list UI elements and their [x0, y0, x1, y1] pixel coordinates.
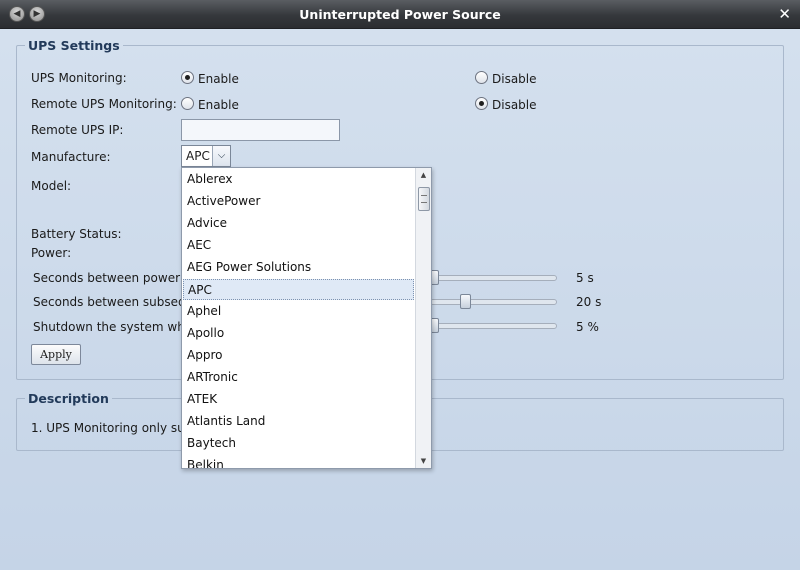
dropdown-option[interactable]: Atlantis Land — [183, 411, 414, 432]
remote-ups-ip-label: Remote UPS IP: — [31, 123, 124, 137]
window-titlebar: ◀ ▶ Uninterrupted Power Source ✕ — [0, 0, 800, 29]
power-failure-delay-label: Seconds between power f — [33, 271, 189, 285]
scrollbar-thumb[interactable] — [418, 187, 430, 211]
ups-monitoring-disable-label[interactable]: Disable — [492, 72, 537, 86]
dropdown-option[interactable]: Belkin — [183, 455, 414, 468]
dropdown-option[interactable]: Baytech — [183, 433, 414, 454]
window-title: Uninterrupted Power Source — [299, 7, 501, 22]
remote-monitoring-disable-label[interactable]: Disable — [492, 98, 537, 112]
apply-button[interactable]: Apply — [31, 344, 81, 365]
ups-monitoring-label: UPS Monitoring: — [31, 71, 127, 85]
remote-ups-monitoring-label: Remote UPS Monitoring: — [31, 97, 177, 111]
dropdown-option-selected[interactable]: APC — [183, 279, 414, 300]
dropdown-option[interactable]: ActivePower — [183, 191, 414, 212]
ups-monitoring-disable-radio[interactable] — [475, 71, 488, 84]
manufacturer-dropdown-list[interactable]: Ablerex ActivePower Advice AEC AEG Power… — [181, 167, 432, 469]
description-legend: Description — [28, 391, 109, 406]
manufacture-select-value: APC — [186, 149, 210, 163]
remote-monitoring-enable-radio[interactable] — [181, 97, 194, 110]
power-label: Power: — [31, 246, 72, 260]
dropdown-option[interactable]: Apollo — [183, 323, 414, 344]
model-label: Model: — [31, 179, 72, 193]
shutdown-threshold-label: Shutdown the system whe — [33, 320, 193, 334]
remote-monitoring-enable-label[interactable]: Enable — [198, 98, 239, 112]
close-icon[interactable]: ✕ — [778, 5, 791, 23]
dropdown-option[interactable]: Appro — [183, 345, 414, 366]
dropdown-option[interactable]: AEC — [183, 235, 414, 256]
subsequent-delay-slider-thumb[interactable] — [460, 294, 471, 309]
power-failure-delay-slider-track[interactable] — [430, 275, 557, 281]
subsequent-delay-value: 20 s — [576, 295, 602, 309]
manufacture-label: Manufacture: — [31, 150, 111, 164]
dropdown-option[interactable]: Aphel — [183, 301, 414, 322]
dropdown-scrollbar[interactable]: ▲ ▼ — [415, 168, 431, 468]
ups-monitoring-enable-label[interactable]: Enable — [198, 72, 239, 86]
scroll-down-arrow-icon[interactable]: ▼ — [416, 454, 431, 468]
dropdown-option[interactable]: ARTronic — [183, 367, 414, 388]
power-failure-delay-value: 5 s — [576, 271, 594, 285]
ups-settings-legend: UPS Settings — [28, 38, 120, 53]
battery-status-label: Battery Status: — [31, 227, 122, 241]
subsequent-delay-slider-track[interactable] — [430, 299, 557, 305]
shutdown-threshold-value: 5 % — [576, 320, 599, 334]
remote-ups-ip-input[interactable] — [181, 119, 340, 141]
chevron-down-icon[interactable]: ⌵ — [212, 146, 230, 166]
dropdown-option[interactable]: Ablerex — [183, 169, 414, 190]
description-text: 1. UPS Monitoring only supp — [31, 421, 200, 435]
subsequent-delay-label: Seconds between subsequ — [33, 295, 194, 309]
shutdown-threshold-slider-track[interactable] — [430, 323, 557, 329]
scroll-up-arrow-icon[interactable]: ▲ — [416, 168, 431, 182]
remote-monitoring-disable-radio[interactable] — [475, 97, 488, 110]
ups-monitoring-enable-radio[interactable] — [181, 71, 194, 84]
window-content: UPS Settings UPS Monitoring: Enable Disa… — [0, 29, 800, 570]
dropdown-option[interactable]: AEG Power Solutions — [183, 257, 414, 278]
dropdown-option[interactable]: Advice — [183, 213, 414, 234]
dropdown-option[interactable]: ATEK — [183, 389, 414, 410]
manufacture-select[interactable]: APC ⌵ — [181, 145, 231, 167]
